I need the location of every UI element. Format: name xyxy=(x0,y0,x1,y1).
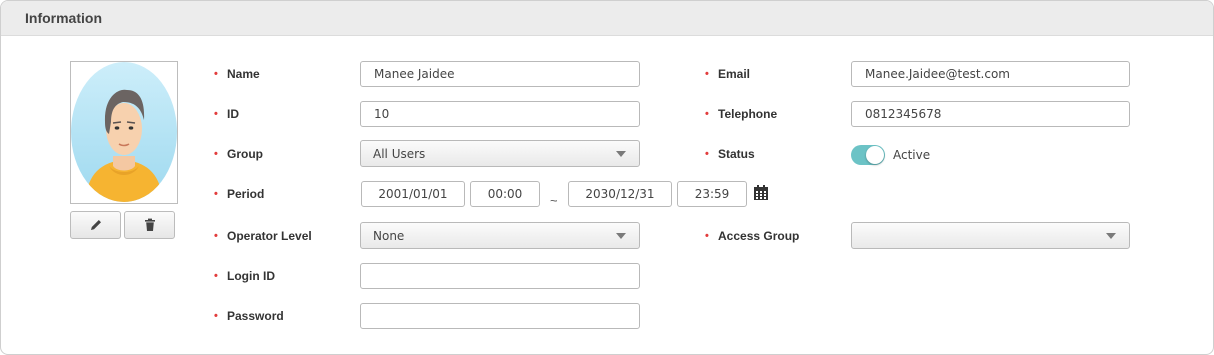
telephone-label: Telephone xyxy=(718,107,778,121)
chevron-down-icon xyxy=(1106,233,1116,239)
group-selected-value: All Users xyxy=(373,146,426,161)
delete-photo-button[interactable] xyxy=(124,211,175,239)
telephone-input[interactable] xyxy=(851,101,1130,127)
required-marker: • xyxy=(214,148,218,160)
operator-level-label: Operator Level xyxy=(227,229,312,243)
required-marker: • xyxy=(214,230,218,242)
access-group-select[interactable] xyxy=(851,222,1130,249)
required-marker: • xyxy=(214,188,218,200)
login-id-input[interactable] xyxy=(360,263,640,289)
chevron-down-icon xyxy=(616,233,626,239)
id-input[interactable] xyxy=(360,101,640,127)
information-panel: Information • Name Manee Jaidee • ID 10 … xyxy=(0,0,1214,355)
calendar-icon[interactable] xyxy=(753,185,769,201)
period-label: Period xyxy=(227,187,265,201)
status-label: Status xyxy=(718,147,755,161)
required-marker: • xyxy=(705,108,709,120)
operator-level-selected-value: None xyxy=(373,228,405,243)
name-input[interactable] xyxy=(360,61,640,87)
required-marker: • xyxy=(705,148,709,160)
status-toggle[interactable] xyxy=(851,145,885,165)
toggle-knob xyxy=(866,146,884,164)
required-marker: • xyxy=(214,310,218,322)
pencil-icon xyxy=(90,220,101,230)
email-label: Email xyxy=(718,67,751,81)
period-end-date[interactable] xyxy=(568,181,672,207)
period-end-time[interactable] xyxy=(677,181,747,207)
avatar xyxy=(71,62,177,202)
panel-header: Information xyxy=(1,1,1213,36)
trash-icon xyxy=(144,218,155,231)
required-marker: • xyxy=(705,68,709,80)
required-marker: • xyxy=(705,230,709,242)
panel-title: Information xyxy=(25,10,102,26)
password-label: Password xyxy=(227,309,284,323)
password-input[interactable] xyxy=(360,303,640,329)
id-label: ID xyxy=(227,107,239,121)
required-marker: • xyxy=(214,270,218,282)
period-separator: ~ xyxy=(550,193,558,208)
user-photo xyxy=(70,61,178,204)
email-input[interactable] xyxy=(851,61,1130,87)
edit-photo-button[interactable] xyxy=(70,211,121,239)
name-label: Name xyxy=(227,67,260,81)
status-value: Active xyxy=(893,148,931,162)
period-start-date[interactable] xyxy=(361,181,465,207)
period-start-time[interactable] xyxy=(470,181,540,207)
required-marker: • xyxy=(214,108,218,120)
chevron-down-icon xyxy=(616,151,626,157)
operator-level-select[interactable]: None xyxy=(360,222,640,249)
login-id-label: Login ID xyxy=(227,269,275,283)
required-marker: • xyxy=(214,68,218,80)
group-select[interactable]: All Users xyxy=(360,140,640,167)
group-label: Group xyxy=(227,147,263,161)
access-group-label: Access Group xyxy=(718,229,800,243)
